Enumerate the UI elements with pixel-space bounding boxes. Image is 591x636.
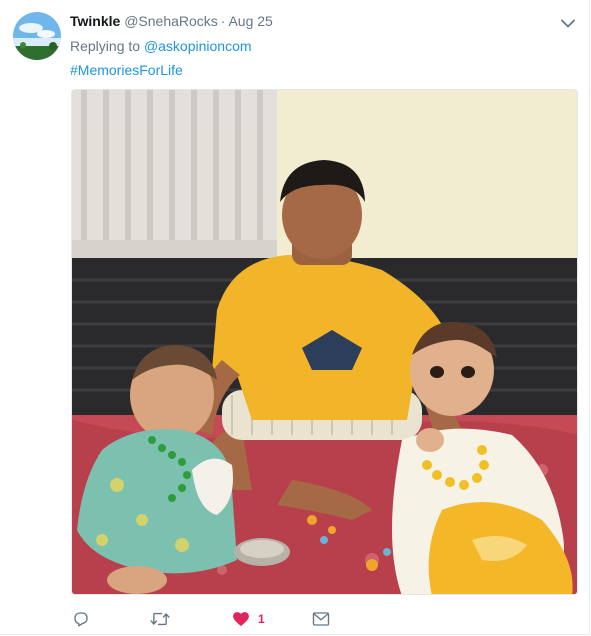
- direct-message-button[interactable]: [312, 607, 330, 631]
- user-handle[interactable]: @SnehaRocks: [124, 13, 218, 29]
- avatar-image: [13, 12, 61, 60]
- reply-icon: [74, 612, 88, 627]
- separator-dot: ·: [220, 13, 226, 29]
- replying-to-label: Replying to: [70, 38, 141, 54]
- tweet-text: #MemoriesForLife: [70, 62, 183, 78]
- tweet-date[interactable]: Aug 25: [228, 13, 272, 29]
- mention-link[interactable]: @askopinioncom: [144, 38, 252, 54]
- chevron-down-icon: [561, 19, 575, 27]
- tweet-card[interactable]: Twinkle @SnehaRocks · Aug 25 Replying to @…: [0, 0, 590, 635]
- hashtag-link[interactable]: #MemoriesForLife: [70, 62, 183, 78]
- display-name[interactable]: Twinkle: [70, 13, 120, 29]
- tweet-actions: 1: [70, 607, 390, 631]
- like-button[interactable]: 1: [232, 607, 265, 631]
- avatar[interactable]: [13, 12, 61, 60]
- tweet-photo[interactable]: [71, 89, 578, 595]
- replying-to: Replying to @askopinioncom: [70, 38, 252, 54]
- retweet-icon: [150, 612, 170, 626]
- retweet-button[interactable]: [150, 607, 170, 631]
- photo-image: [72, 90, 577, 594]
- heart-icon: [233, 612, 249, 627]
- tweet-header: Twinkle @SnehaRocks · Aug 25: [70, 13, 273, 29]
- more-options-button[interactable]: [557, 12, 579, 34]
- mail-icon: [312, 612, 330, 626]
- like-count: 1: [258, 612, 265, 626]
- reply-button[interactable]: [72, 607, 90, 631]
